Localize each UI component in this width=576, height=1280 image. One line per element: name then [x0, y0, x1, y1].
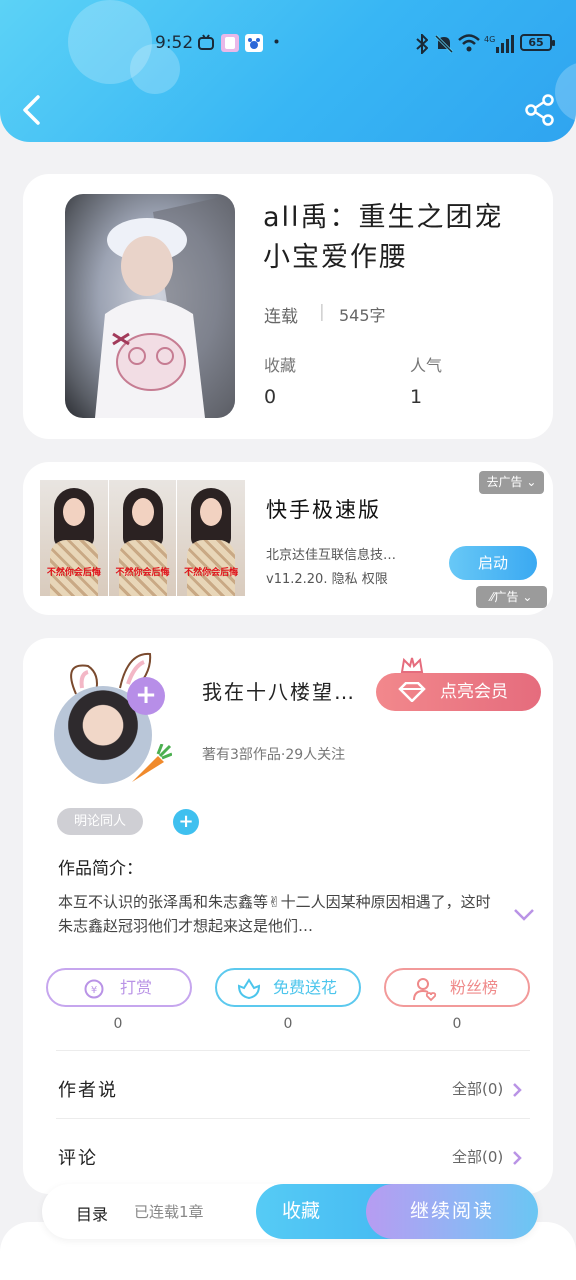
chevron-down-icon: ⌄	[526, 475, 537, 489]
battery-indicator: 65	[520, 34, 555, 51]
ad-image-frame: 不然你会后悔	[40, 480, 109, 596]
decor-bubble	[555, 62, 576, 122]
expand-chevron-icon[interactable]	[513, 908, 535, 922]
toc-button[interactable]: 目录	[76, 1201, 108, 1225]
send-flower-button[interactable]: 免费送花	[215, 968, 361, 1007]
serial-status: 已连载1章	[134, 1203, 204, 1221]
svg-text:4G: 4G	[484, 35, 495, 44]
ad-image-frame: 不然你会后悔	[177, 480, 246, 596]
book-title: all禹：重生之团宠小宝爱作腰	[263, 202, 504, 273]
ad-label-tag[interactable]: ⁄⁄广告 ⌄	[476, 586, 547, 608]
author-says-label[interactable]: 作者说	[58, 1076, 118, 1102]
ad-publisher: 北京达佳互联信息技…	[266, 548, 397, 563]
status-time: 9:52	[155, 33, 194, 53]
author-meta: 著有3部作品·29人关注	[202, 747, 346, 763]
ad-image-caption: 不然你会后悔	[46, 568, 101, 578]
intro-text: 本互不认识的张泽禹和朱志鑫等✌十二人因某种原因相遇了，这时朱志鑫赵冠羽他们才想起…	[58, 893, 491, 935]
tip-label: 打赏	[120, 978, 153, 997]
top-header: 9:52 4G 65	[0, 0, 576, 142]
continue-reading-button[interactable]: 继续阅读	[366, 1184, 538, 1239]
send-flower-label: 免费送花	[273, 978, 338, 997]
share-icon[interactable]	[524, 94, 556, 126]
status-bar: 9:52 4G 65	[0, 30, 576, 60]
book-status: 连载	[264, 307, 298, 327]
add-tag-button[interactable]: +	[173, 809, 199, 835]
popularity-value: 1	[410, 386, 423, 408]
signal-icon: 4G	[484, 35, 514, 53]
cover-illustration	[95, 194, 235, 418]
divider	[56, 1118, 530, 1119]
crown-icon	[400, 657, 424, 673]
popularity-label: 人气	[410, 356, 443, 375]
ad-launch-button[interactable]: 启动	[449, 546, 537, 580]
fan-count: 0	[452, 1016, 462, 1032]
bluetooth-icon	[416, 34, 428, 54]
svg-text:¥: ¥	[91, 985, 97, 996]
comments-label[interactable]: 评论	[58, 1144, 98, 1170]
book-word-count: 545字	[339, 306, 386, 325]
bilibili-icon	[198, 34, 214, 50]
ad-title[interactable]: 快手极速版	[266, 494, 381, 524]
author-name[interactable]: 我在十八楼望…	[202, 676, 356, 705]
wifi-icon	[458, 34, 480, 52]
author-says-all[interactable]: 全部(0)	[452, 1078, 522, 1099]
chevron-down-icon: ⌄	[522, 590, 533, 604]
chevron-right-icon	[513, 1082, 522, 1097]
favorites-value: 0	[264, 386, 277, 408]
tip-button[interactable]: ¥ 打赏	[46, 968, 192, 1007]
chevron-right-icon	[513, 1150, 522, 1165]
author-says-all-label: 全部(0)	[452, 1080, 504, 1098]
fan-ranking-button[interactable]: 粉丝榜	[384, 968, 530, 1007]
divider	[56, 1050, 530, 1051]
ad-version-line[interactable]: v11.2.20. 隐私 权限	[266, 568, 388, 587]
paw-icon	[245, 34, 263, 52]
ad-image-caption: 不然你会后悔	[184, 568, 239, 578]
tip-count: 0	[113, 1016, 123, 1032]
meta-divider: |	[319, 302, 325, 322]
back-arrow-icon[interactable]	[20, 94, 44, 126]
vip-button[interactable]: 点亮会员	[376, 673, 541, 711]
comments-all-label: 全部(0)	[452, 1148, 504, 1166]
ad-image-frame: 不然你会后悔	[108, 480, 178, 596]
favorites-label: 收藏	[264, 356, 297, 375]
mute-icon	[434, 34, 454, 54]
diamond-icon	[398, 682, 426, 702]
intro-heading: 作品简介：	[58, 859, 143, 879]
ad-image[interactable]: 不然你会后悔 不然你会后悔 不然你会后悔	[40, 480, 246, 596]
app-icon	[221, 34, 239, 52]
ad-image-caption: 不然你会后悔	[115, 568, 170, 578]
fan-ranking-label: 粉丝榜	[450, 978, 499, 997]
comments-all[interactable]: 全部(0)	[452, 1146, 522, 1167]
ad-label: 广告	[494, 590, 519, 604]
remove-ad-button[interactable]: 去广告 ⌄	[479, 471, 544, 494]
carrot-icon	[132, 744, 172, 782]
flower-count: 0	[283, 1016, 293, 1032]
user-heart-icon	[413, 978, 437, 1002]
dot-icon	[274, 39, 279, 44]
flower-icon	[237, 978, 261, 1000]
book-cover-image[interactable]	[65, 194, 235, 418]
follow-plus-button[interactable]: +	[127, 677, 165, 715]
coin-icon: ¥	[84, 979, 104, 999]
remove-ad-label: 去广告	[486, 475, 523, 489]
vip-button-label: 点亮会员	[440, 682, 508, 702]
tag-pill[interactable]: 明论同人	[57, 808, 143, 835]
